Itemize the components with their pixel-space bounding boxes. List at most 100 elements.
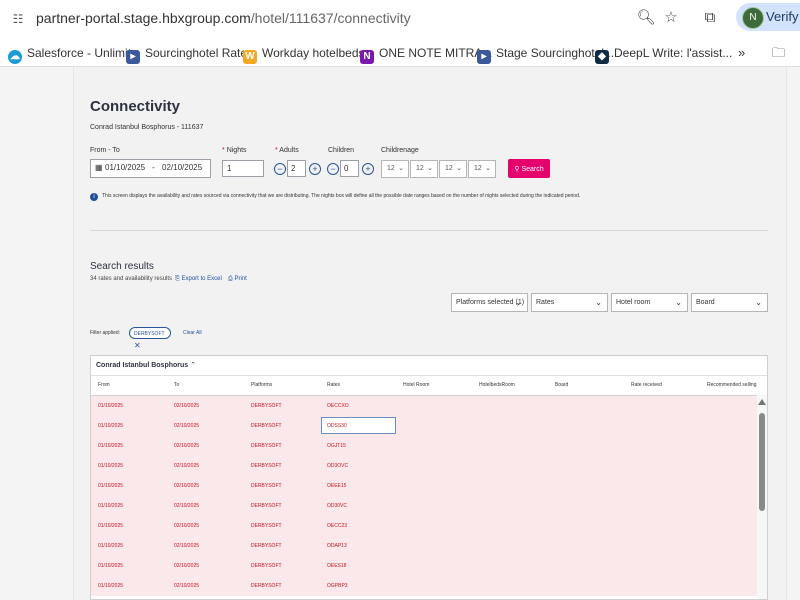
print-link[interactable]: ⎙ Print — [228, 276, 247, 283]
results-table: Conrad Istanbul Bosphorus ⌃ From To Plat… — [90, 355, 768, 600]
platforms-filter[interactable]: Platforms selected (1) ⌄ — [451, 293, 528, 312]
table-row[interactable]: 01/10/2025 02/10/2025 DERBYSOFT OEES18 — [91, 556, 757, 577]
col-board[interactable]: Board — [555, 376, 568, 395]
board-filter[interactable]: Board ⌄ — [691, 293, 768, 312]
child-age-select-4[interactable]: 12 ⌄ — [468, 160, 496, 178]
children-input[interactable]: 0 — [340, 160, 359, 177]
cell-from: 01/10/2025 — [98, 403, 124, 409]
col-hotel-room[interactable]: Hotel Room — [403, 376, 429, 395]
url-path: /hotel/111637/connectivity — [250, 10, 411, 26]
search-button[interactable]: ⚲ Search — [508, 159, 550, 178]
chevron-down-icon: ⌄ — [427, 165, 433, 172]
table-row[interactable]: 01/10/2025 02/10/2025 DERBYSOFT OGJT15 — [91, 436, 757, 457]
profile-button[interactable]: N Verify it's — [736, 3, 800, 31]
table-row[interactable]: 01/10/2025 02/10/2025 DERBYSOFT OD30VC — [91, 496, 757, 517]
cell-to: 02/10/2025 — [174, 463, 200, 469]
cell-rate: OEEE15 — [327, 483, 347, 489]
adults-decrease-button[interactable]: − — [274, 163, 286, 175]
deepl-icon: ◆ — [595, 50, 609, 64]
chevron-down-icon: ⌄ — [675, 298, 682, 307]
site-info-icon[interactable]: ☷ — [10, 11, 26, 27]
children-decrease-button[interactable]: − — [327, 163, 339, 175]
folder-icon[interactable]: 🗀︎ — [772, 44, 785, 62]
scroll-up-icon[interactable] — [758, 399, 766, 405]
cell-to: 02/10/2025 — [174, 523, 200, 529]
bookmark-stage-sourcinghotel[interactable]: ▸ Stage Sourcinghotel... — [477, 44, 614, 64]
children-increase-button[interactable]: + — [362, 163, 374, 175]
platforms-filter-value: Platforms selected (1) — [456, 299, 525, 306]
table-row[interactable]: 01/10/2025 02/10/2025 DERBYSOFT OECC23 — [91, 516, 757, 537]
bookmark-deepl[interactable]: ◆ DeepL Write: l'assist... — [595, 44, 733, 64]
col-platforms[interactable]: Platforms — [251, 376, 272, 395]
onenote-icon: N — [360, 50, 374, 64]
cell-platform: DERBYSOFT — [251, 403, 282, 409]
date-range-input[interactable]: ▦ 01/10/2025 - 02/10/2025 — [90, 159, 211, 178]
hotel-room-filter[interactable]: Hotel room ⌄ — [611, 293, 688, 312]
rates-filter[interactable]: Rates ⌄ — [531, 293, 608, 312]
chip-label: DERBYSOFT — [134, 331, 165, 337]
cell-rate: OGPBP3 — [327, 583, 348, 589]
cell-to: 02/10/2025 — [174, 543, 200, 549]
browser-toolbar: ☷ partner-portal.stage.hbxgroup.com/hote… — [0, 0, 800, 40]
cell-platform: DERBYSOFT — [251, 583, 282, 589]
nights-label-text: Nights — [226, 147, 247, 154]
close-icon[interactable]: ✕ — [134, 341, 141, 350]
nights-input[interactable]: 1 — [222, 160, 264, 177]
bookmark-label: ONE NOTE MITRA... — [379, 46, 493, 60]
section-divider — [90, 230, 768, 231]
adults-increase-button[interactable]: + — [309, 163, 321, 175]
adults-label-text: Adults — [279, 147, 299, 154]
nights-label: * Nights — [222, 147, 247, 154]
table-row[interactable]: 01/10/2025 02/10/2025 DERBYSOFT ODAP13 — [91, 536, 757, 557]
extensions-icon[interactable]: ⧉ — [700, 8, 720, 28]
chevron-down-icon: ⌄ — [456, 165, 462, 172]
filter-chip-derbysoft[interactable]: DERBYSOFT ✕ — [129, 327, 171, 350]
address-bar[interactable]: partner-portal.stage.hbxgroup.com/hotel/… — [36, 3, 736, 33]
rates-filter-value: Rates — [536, 299, 555, 306]
table-row[interactable]: 01/10/2025 02/10/2025 DERBYSOFT OGPBP3 — [91, 576, 757, 597]
table-row[interactable]: 01/10/2025 02/10/2025 DERBYSOFT OD3OVC — [91, 456, 757, 477]
col-from[interactable]: From — [98, 376, 110, 395]
child-age-select-3[interactable]: 12 ⌄ — [439, 160, 467, 178]
print-label: Print — [234, 276, 247, 282]
bookmark-label: DeepL Write: l'assist... — [614, 46, 733, 60]
cell-platform: DERBYSOFT — [251, 463, 282, 469]
child-age-select-2[interactable]: 12 ⌄ — [410, 160, 438, 178]
bookmark-onenote[interactable]: N ONE NOTE MITRA... — [360, 44, 493, 64]
hotel-subtitle: Conrad Istanbul Bosphorus - 111637 — [90, 124, 204, 131]
cell-rate: OGJT15 — [327, 443, 346, 449]
table-row[interactable]: 01/10/2025 02/10/2025 DERBYSOFT OECCXO — [91, 396, 757, 417]
cell-platform: DERBYSOFT — [251, 443, 282, 449]
adults-input[interactable]: 2 — [287, 160, 306, 177]
more-bookmarks-icon[interactable]: » — [738, 44, 745, 62]
table-scrollbar[interactable] — [757, 395, 767, 599]
col-hotelbeds-room[interactable]: HotelbedsRoom — [479, 376, 515, 395]
table-group-header[interactable]: Conrad Istanbul Bosphorus ⌃ — [91, 356, 767, 376]
col-rate-received[interactable]: Rate received — [631, 376, 662, 395]
bookmark-sourcinghotel-rate[interactable]: ▸ Sourcinghotel Rate... — [126, 44, 257, 64]
to-date: 02/10/2025 — [162, 163, 203, 172]
clear-all-link[interactable]: Clear All — [183, 330, 202, 336]
cell-to: 02/10/2025 — [174, 563, 200, 569]
export-excel-link[interactable]: ⎘ Export to Excel — [175, 276, 222, 283]
child-age-value: 12 — [416, 165, 424, 172]
info-icon: i — [90, 193, 98, 201]
table-row[interactable]: 01/10/2025 02/10/2025 DERBYSOFT OEEE15 — [91, 476, 757, 497]
scrollbar-thumb[interactable] — [759, 413, 765, 511]
cell-to: 02/10/2025 — [174, 403, 200, 409]
child-age-select-1[interactable]: 12 ⌄ — [381, 160, 409, 178]
cell-platform: DERBYSOFT — [251, 563, 282, 569]
bookmark-workday[interactable]: W Workday hotelbeds... — [243, 44, 375, 64]
cell-to: 02/10/2025 — [174, 483, 200, 489]
cell-from: 01/10/2025 — [98, 423, 124, 429]
col-to[interactable]: To — [174, 376, 179, 395]
bookmark-label: Workday hotelbeds... — [262, 46, 375, 60]
table-row[interactable]: 01/10/2025 02/10/2025 DERBYSOFT ODSS30 — [91, 416, 757, 437]
col-rates[interactable]: Rates — [327, 376, 340, 395]
cell-rate: OECC23 — [327, 523, 348, 529]
zoom-icon[interactable]: 🔍︎ — [636, 8, 656, 28]
bookmark-salesforce[interactable]: ☁ Salesforce - Unlimit... — [8, 44, 141, 64]
bookmark-star-icon[interactable]: ☆ — [661, 8, 681, 28]
table-header: From To Platforms Rates Hotel Room Hotel… — [91, 376, 767, 407]
adults-label: * Adults — [275, 147, 299, 154]
